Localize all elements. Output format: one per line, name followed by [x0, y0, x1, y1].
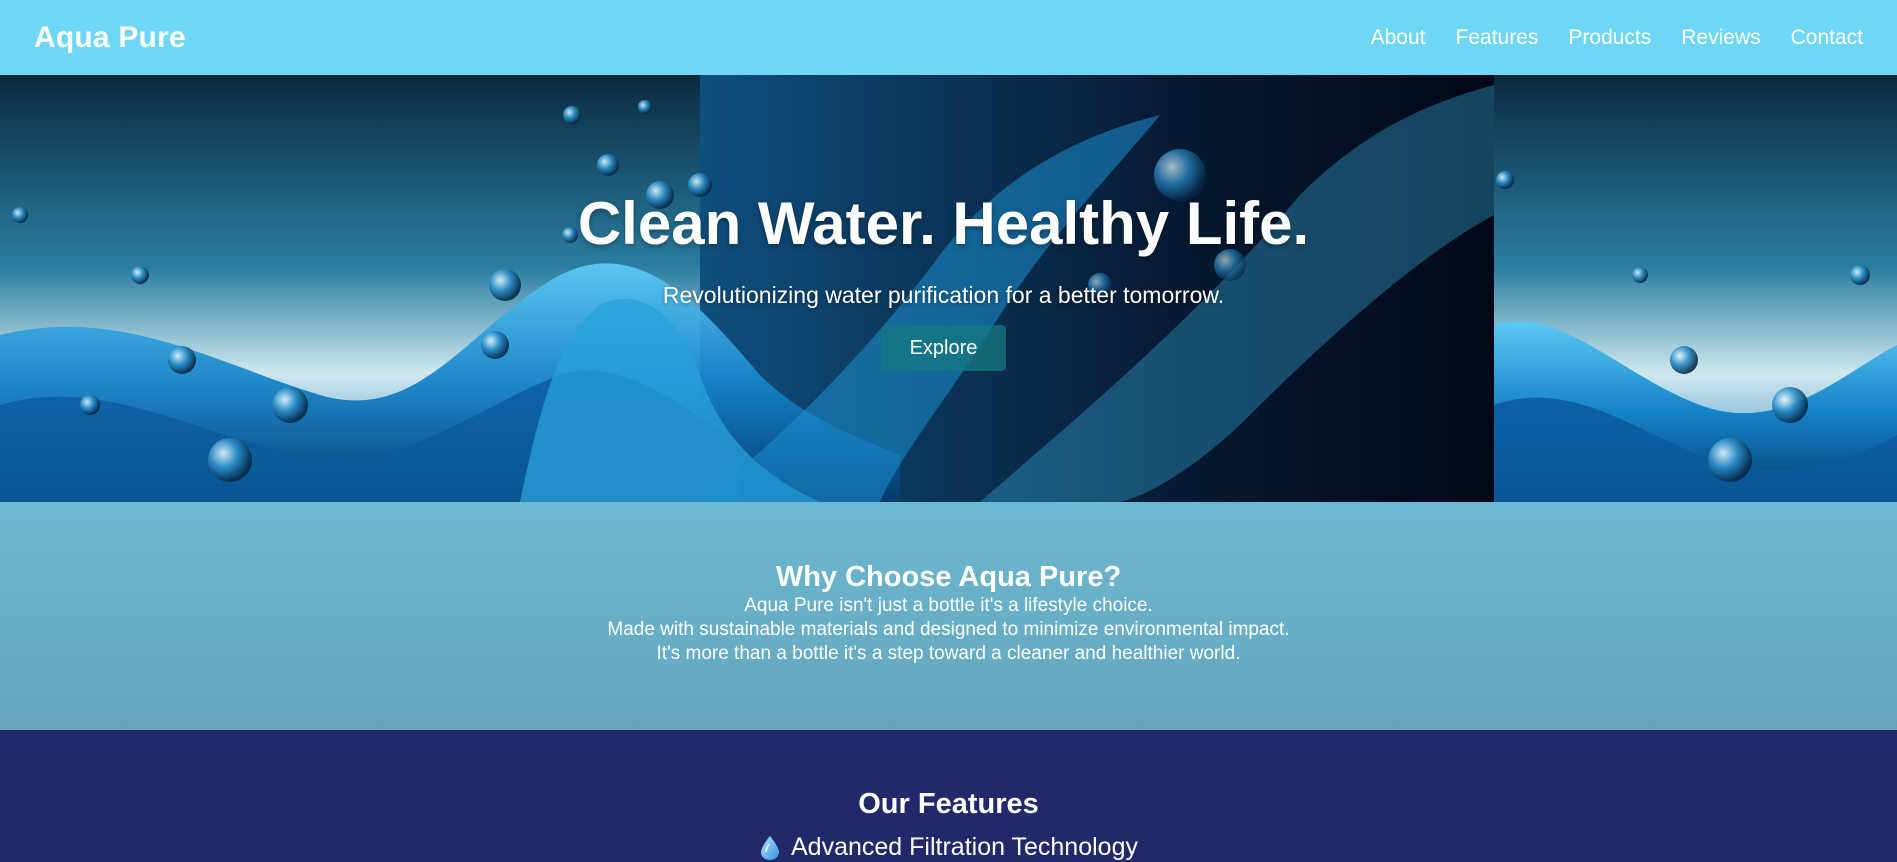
nav-reviews-link[interactable]: Reviews — [1681, 26, 1760, 50]
nav-features-link[interactable]: Features — [1456, 26, 1539, 50]
feature-item: Advanced Filtration Technology — [759, 833, 1138, 862]
features-section: Our Features Advanced Filtration Technol… — [0, 730, 1897, 862]
feature-label: Advanced Filtration Technology — [791, 833, 1138, 861]
water-drop-icon — [759, 835, 781, 861]
hero-subtitle: Revolutionizing water purification for a… — [662, 282, 1225, 308]
main-nav: About Features Products Reviews Contact — [1371, 26, 1863, 50]
hero-content: Clean Water. Healthy Life. Revolutionizi… — [0, 75, 1887, 502]
why-line: It's more than a bottle it's a step towa… — [656, 642, 1241, 664]
hero-title: Clean Water. Healthy Life. — [577, 190, 1310, 257]
why-section: Why Choose Aqua Pure? Aqua Pure isn't ju… — [0, 502, 1897, 730]
explore-button[interactable]: Explore — [881, 325, 1006, 371]
features-heading: Our Features — [858, 788, 1039, 820]
why-heading: Why Choose Aqua Pure? — [775, 561, 1122, 593]
why-line: Made with sustainable materials and desi… — [607, 618, 1290, 640]
site-header: Aqua Pure About Features Products Review… — [0, 0, 1897, 75]
hero-section: Clean Water. Healthy Life. Revolutionizi… — [0, 75, 1897, 502]
why-line: Aqua Pure isn't just a bottle it's a lif… — [744, 594, 1153, 616]
brand-logo[interactable]: Aqua Pure — [34, 21, 186, 55]
nav-contact-link[interactable]: Contact — [1791, 26, 1863, 50]
nav-about-link[interactable]: About — [1371, 26, 1426, 50]
nav-products-link[interactable]: Products — [1568, 26, 1651, 50]
